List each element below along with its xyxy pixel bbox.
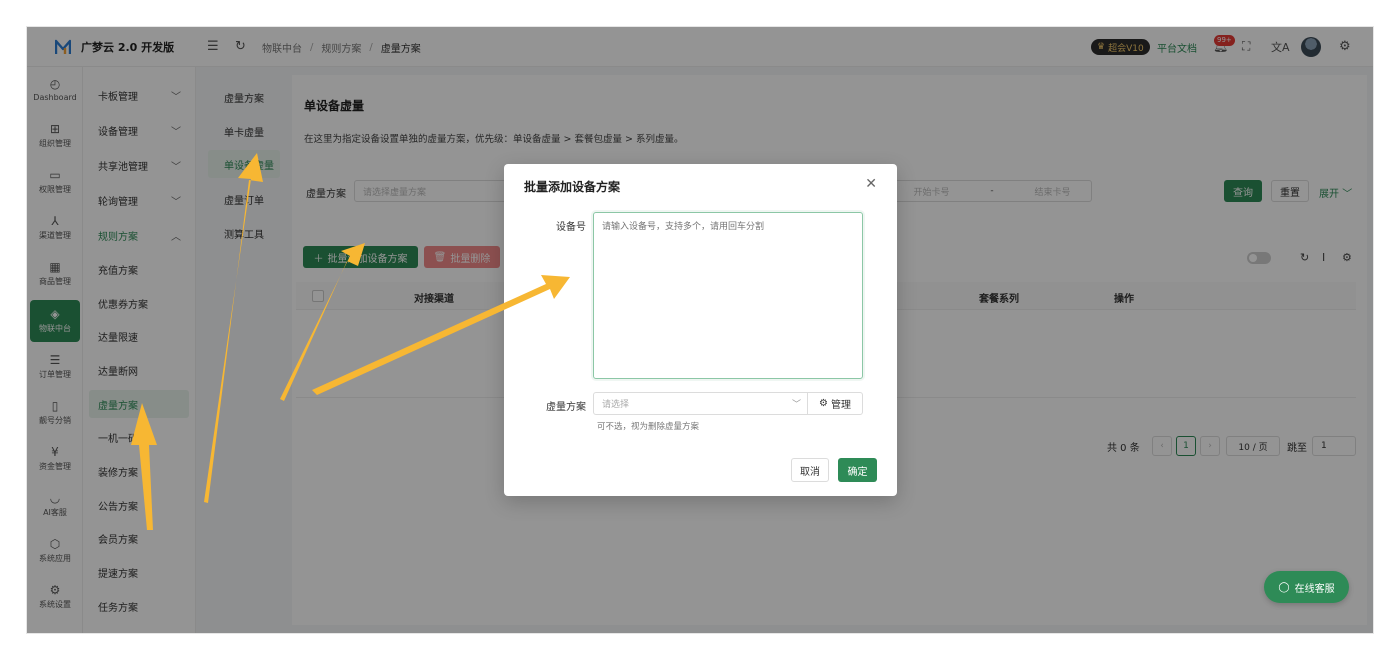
- close-icon[interactable]: ✕: [865, 176, 877, 192]
- online-service-button[interactable]: ◯ 在线客服: [1264, 571, 1349, 603]
- manage-button[interactable]: ⚙ 管理: [807, 392, 863, 415]
- modal-title: 批量添加设备方案: [524, 180, 621, 194]
- device-textarea[interactable]: [593, 212, 863, 379]
- plan-select[interactable]: 请选择 ﹀: [593, 392, 808, 415]
- batch-add-modal: 批量添加设备方案 ✕ 设备号 虚量方案 请选择 ﹀ ⚙ 管理 可不选，视为删除虚…: [504, 164, 897, 496]
- cancel-button[interactable]: 取消: [791, 458, 829, 482]
- gear-icon: ⚙: [819, 398, 828, 409]
- chevron-down-icon: ﹀: [791, 400, 801, 410]
- device-label: 设备号: [556, 222, 586, 233]
- chat-bubble-icon: ◯: [1278, 581, 1290, 593]
- confirm-button[interactable]: 确定: [838, 458, 877, 482]
- plan-label: 虚量方案: [546, 402, 586, 413]
- plan-hint: 可不选，视为删除虚量方案: [597, 422, 700, 432]
- app-window: 广梦云 2.0 开发版 ☰ ↻ 物联中台 / 规则方案 / 虚量方案 ♛ 超会V…: [27, 27, 1373, 633]
